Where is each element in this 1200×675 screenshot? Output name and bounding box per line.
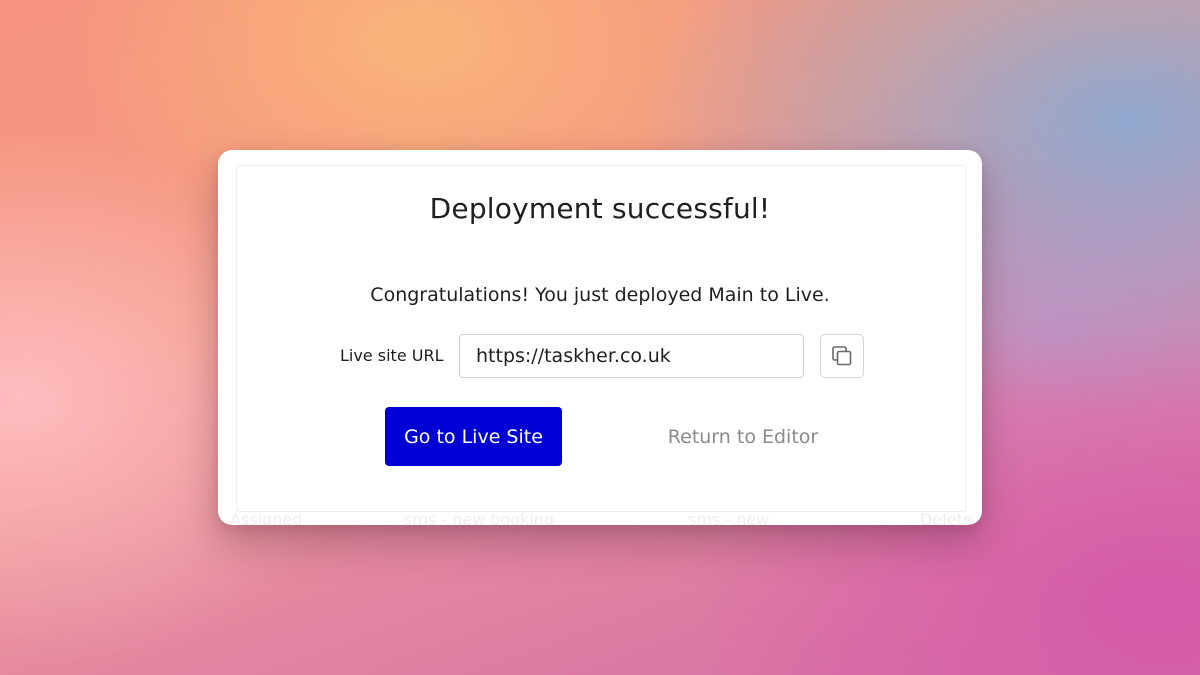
live-site-url-label: Live site URL xyxy=(340,346,444,365)
copy-icon xyxy=(830,344,854,368)
live-site-url-field[interactable] xyxy=(459,334,804,378)
ghost-label: sms - new xyxy=(688,510,770,525)
deployment-success-dialog: Assigned sms - new booking sms - new Del… xyxy=(218,150,982,525)
ghost-label: Assigned xyxy=(230,510,303,525)
dialog-message: Congratulations! You just deployed Main … xyxy=(370,284,830,306)
go-to-live-site-button[interactable]: Go to Live Site xyxy=(385,407,562,466)
dialog-title: Deployment successful! xyxy=(429,192,771,225)
copy-url-button[interactable] xyxy=(820,334,864,378)
return-to-editor-button[interactable]: Return to Editor xyxy=(648,407,838,466)
ghost-label: Delete xyxy=(920,510,973,525)
ghost-label: sms - new booking xyxy=(404,510,555,525)
